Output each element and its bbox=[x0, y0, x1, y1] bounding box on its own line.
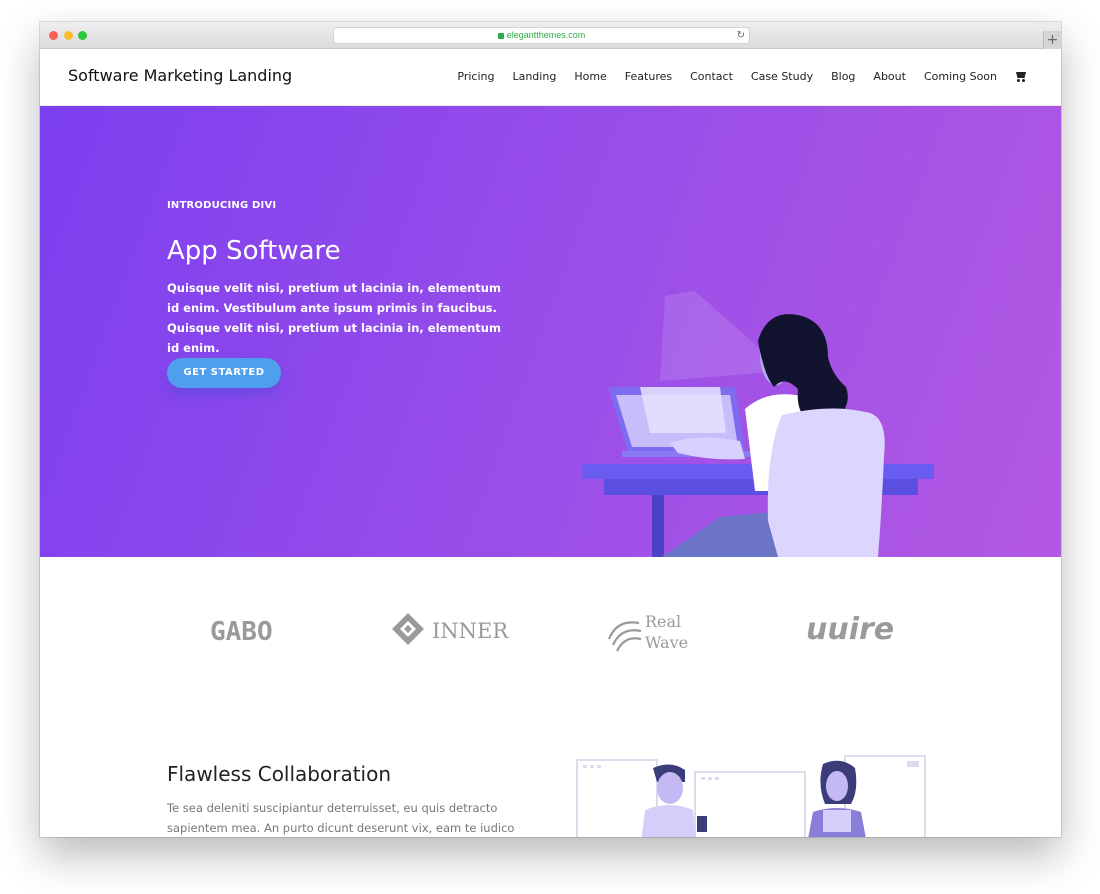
brand-logo-gabo: GABO bbox=[208, 609, 288, 649]
nav-item-pricing[interactable]: Pricing bbox=[457, 70, 494, 83]
hero-section: INTRODUCING DIVI App Software Quisque ve… bbox=[40, 106, 1061, 557]
nav-item-blog[interactable]: Blog bbox=[831, 70, 855, 83]
diamond-icon bbox=[392, 613, 424, 645]
main-nav: Pricing Landing Home Features Contact Ca… bbox=[439, 70, 1027, 83]
wave-icon bbox=[607, 621, 642, 652]
browser-window: elegantthemes.com ↻ + Software Marketing… bbox=[40, 22, 1061, 837]
cart-icon[interactable] bbox=[1015, 71, 1027, 82]
nav-item-contact[interactable]: Contact bbox=[690, 70, 733, 83]
collaboration-section: Flawless Collaboration Te sea deleniti s… bbox=[40, 712, 1061, 837]
lock-icon bbox=[497, 33, 504, 39]
zoom-window-button[interactable] bbox=[78, 31, 87, 40]
nav-item-case-study[interactable]: Case Study bbox=[751, 70, 813, 83]
close-window-button[interactable] bbox=[49, 31, 58, 40]
client-logos: GABO INNER Real Wave uuire bbox=[40, 557, 1061, 707]
nav-item-landing[interactable]: Landing bbox=[512, 70, 556, 83]
collaboration-text: Te sea deleniti suscipiantur deterruisse… bbox=[167, 801, 515, 835]
new-tab-button[interactable]: + bbox=[1043, 31, 1061, 49]
brand-name: INNER bbox=[432, 619, 509, 643]
hero-eyebrow: INTRODUCING DIVI bbox=[167, 200, 277, 211]
brand-name-line1: Real bbox=[645, 612, 681, 631]
hero-title: App Software bbox=[167, 236, 341, 266]
hero-description: Quisque velit nisi, pretium ut lacinia i… bbox=[167, 281, 501, 355]
reload-icon[interactable]: ↻ bbox=[737, 29, 745, 43]
get-started-button[interactable]: GET STARTED bbox=[167, 358, 281, 388]
address-bar[interactable]: elegantthemes.com ↻ bbox=[333, 27, 750, 44]
brand-logo-real-wave: Real Wave bbox=[605, 609, 695, 652]
minimize-window-button[interactable] bbox=[64, 31, 73, 40]
nav-item-about[interactable]: About bbox=[873, 70, 906, 83]
site-title[interactable]: Software Marketing Landing bbox=[68, 66, 292, 85]
site-header: Software Marketing Landing Pricing Landi… bbox=[40, 49, 1061, 106]
browser-toolbar: elegantthemes.com ↻ bbox=[40, 22, 1061, 49]
brand-logo-wire: uuire bbox=[804, 609, 904, 649]
brand-name: uuire bbox=[806, 612, 894, 647]
collaboration-title: Flawless Collaboration bbox=[167, 762, 392, 786]
collaboration-illustration bbox=[576, 755, 926, 837]
address-text: elegantthemes.com bbox=[506, 30, 586, 40]
nav-item-features[interactable]: Features bbox=[625, 70, 672, 83]
woman-at-laptop-illustration bbox=[582, 291, 934, 557]
brand-name: GABO bbox=[210, 617, 273, 647]
brand-logo-inner: INNER bbox=[390, 609, 510, 649]
nav-item-home[interactable]: Home bbox=[574, 70, 606, 83]
nav-item-coming-soon[interactable]: Coming Soon bbox=[924, 70, 997, 83]
brand-name-line2: Wave bbox=[645, 633, 688, 652]
